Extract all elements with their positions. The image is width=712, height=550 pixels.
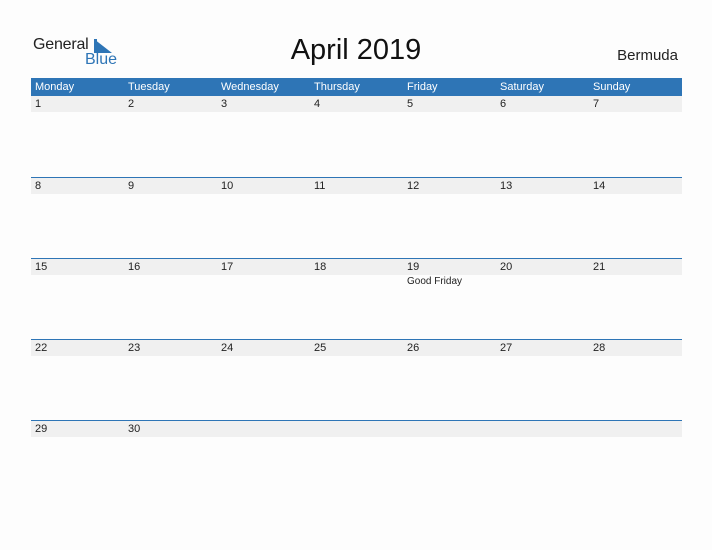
holiday-label [496,112,589,113]
day-number [496,421,589,437]
weekday-thursday: Thursday [314,81,360,93]
holiday-label [496,275,589,287]
holiday-label [403,194,496,195]
holiday-label [217,112,310,113]
day-number: 24 [221,342,234,354]
holiday-label [589,112,682,113]
holiday-label [31,356,124,357]
day-number: 1 [35,98,42,110]
day-number: 20 [500,261,513,273]
holiday-label [124,437,217,438]
event-row [31,112,682,113]
holiday-label [310,275,403,287]
weekday-wednesday: Wednesday [221,81,279,93]
day-number [310,421,403,437]
holiday-label [310,112,403,113]
day-number-row: 15 16 17 18 19 20 21 [31,259,682,275]
day-number: 11 [314,180,326,192]
day-number: 2 [128,98,135,110]
country-label: Bermuda [617,47,678,64]
holiday-label [217,437,310,438]
weekday-sunday: Sunday [593,81,631,93]
holiday-label: Good Friday [407,276,463,287]
calendar-title: April 2019 [290,34,422,66]
day-number-row: 8 9 10 11 12 13 14 [31,178,682,194]
holiday-label [589,275,682,287]
week-row: 15 16 17 18 19 20 21 Good Friday [31,258,682,339]
holiday-label [31,112,124,113]
holiday-label [124,275,217,287]
day-number: 10 [221,180,234,192]
holiday-label [310,437,403,438]
calendar-grid: Monday Tuesday Wednesday Thursday Friday… [31,78,682,501]
day-number: 23 [128,342,141,354]
holiday-label [217,356,310,357]
day-number: 18 [314,261,327,273]
holiday-label [403,356,496,357]
week-row: 29 30 [31,420,682,501]
event-row [31,437,682,438]
holiday-label [124,112,217,113]
day-number: 29 [35,423,48,435]
day-number: 26 [407,342,420,354]
day-number [589,421,682,437]
week-row: 22 23 24 25 26 27 28 [31,339,682,420]
holiday-label [124,194,217,195]
day-number [217,421,310,437]
holiday-label [589,437,682,438]
weekday-friday: Friday [407,81,438,93]
holiday-label [217,194,310,195]
holiday-label [589,356,682,357]
holiday-label [310,356,403,357]
day-number: 15 [35,261,48,273]
holiday-label [496,437,589,438]
weekday-saturday: Saturday [500,81,545,93]
day-number: 7 [593,98,600,110]
day-number: 4 [314,98,321,110]
week-row: 8 9 10 11 12 13 14 [31,177,682,258]
holiday-label [31,194,124,195]
day-number: 3 [221,98,228,110]
day-number: 30 [128,423,141,435]
day-number: 27 [500,342,513,354]
holiday-label [217,275,310,287]
event-row [31,356,682,357]
holiday-label [31,437,124,438]
day-number: 5 [407,98,414,110]
day-number: 17 [221,261,234,273]
day-number: 21 [593,261,606,273]
day-number: 25 [314,342,327,354]
day-number-row: 29 30 [31,421,682,437]
day-number: 22 [35,342,48,354]
holiday-label [496,356,589,357]
day-number-row: 22 23 24 25 26 27 28 [31,340,682,356]
day-number: 28 [593,342,606,354]
day-number: 12 [407,180,420,192]
weekday-monday: Monday [35,81,75,93]
day-number: 8 [35,180,42,192]
holiday-label [310,194,403,195]
day-number: 14 [593,180,606,192]
holiday-label [403,437,496,438]
day-number [403,421,496,437]
weekday-tuesday: Tuesday [128,81,170,93]
week-row: 1 2 3 4 5 6 7 [31,96,682,177]
day-number: 6 [500,98,507,110]
event-row [31,194,682,195]
day-number: 16 [128,261,141,273]
day-number: 9 [128,180,135,192]
event-row: Good Friday [31,275,682,287]
holiday-label [124,356,217,357]
holiday-label [496,194,589,195]
day-number-row: 1 2 3 4 5 6 7 [31,96,682,112]
weekday-header: Monday Tuesday Wednesday Thursday Friday… [31,78,682,96]
day-number: 19 [407,261,420,273]
holiday-label [403,112,496,113]
day-number: 13 [500,180,513,192]
holiday-label [589,194,682,195]
holiday-label [31,275,124,287]
